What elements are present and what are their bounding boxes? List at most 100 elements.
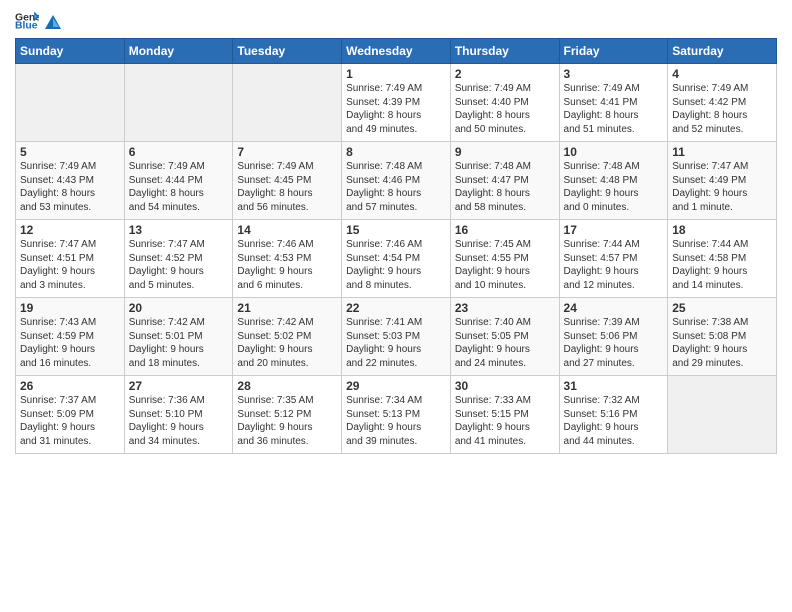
day-number: 9 xyxy=(455,145,555,159)
calendar-cell: 1Sunrise: 7:49 AM Sunset: 4:39 PM Daylig… xyxy=(342,64,451,142)
weekday-header-thursday: Thursday xyxy=(450,39,559,64)
calendar-cell: 15Sunrise: 7:46 AM Sunset: 4:54 PM Dayli… xyxy=(342,220,451,298)
day-info: Sunrise: 7:34 AM Sunset: 5:13 PM Dayligh… xyxy=(346,394,446,448)
calendar-cell: 18Sunrise: 7:44 AM Sunset: 4:58 PM Dayli… xyxy=(668,220,777,298)
day-info: Sunrise: 7:44 AM Sunset: 4:57 PM Dayligh… xyxy=(564,238,664,292)
day-info: Sunrise: 7:47 AM Sunset: 4:51 PM Dayligh… xyxy=(20,238,120,292)
day-number: 14 xyxy=(237,223,337,237)
day-number: 24 xyxy=(564,301,664,315)
logo-text xyxy=(43,14,63,26)
day-number: 15 xyxy=(346,223,446,237)
calendar-cell: 14Sunrise: 7:46 AM Sunset: 4:53 PM Dayli… xyxy=(233,220,342,298)
calendar-cell: 13Sunrise: 7:47 AM Sunset: 4:52 PM Dayli… xyxy=(124,220,233,298)
day-info: Sunrise: 7:49 AM Sunset: 4:39 PM Dayligh… xyxy=(346,82,446,136)
calendar-cell: 4Sunrise: 7:49 AM Sunset: 4:42 PM Daylig… xyxy=(668,64,777,142)
day-info: Sunrise: 7:46 AM Sunset: 4:54 PM Dayligh… xyxy=(346,238,446,292)
day-info: Sunrise: 7:38 AM Sunset: 5:08 PM Dayligh… xyxy=(672,316,772,370)
day-info: Sunrise: 7:42 AM Sunset: 5:02 PM Dayligh… xyxy=(237,316,337,370)
day-info: Sunrise: 7:36 AM Sunset: 5:10 PM Dayligh… xyxy=(129,394,229,448)
day-info: Sunrise: 7:44 AM Sunset: 4:58 PM Dayligh… xyxy=(672,238,772,292)
day-number: 7 xyxy=(237,145,337,159)
day-number: 13 xyxy=(129,223,229,237)
day-info: Sunrise: 7:32 AM Sunset: 5:16 PM Dayligh… xyxy=(564,394,664,448)
calendar-cell: 17Sunrise: 7:44 AM Sunset: 4:57 PM Dayli… xyxy=(559,220,668,298)
calendar-cell: 21Sunrise: 7:42 AM Sunset: 5:02 PM Dayli… xyxy=(233,298,342,376)
calendar-cell: 2Sunrise: 7:49 AM Sunset: 4:40 PM Daylig… xyxy=(450,64,559,142)
calendar-week-row: 1Sunrise: 7:49 AM Sunset: 4:39 PM Daylig… xyxy=(16,64,777,142)
day-number: 17 xyxy=(564,223,664,237)
day-info: Sunrise: 7:49 AM Sunset: 4:43 PM Dayligh… xyxy=(20,160,120,214)
calendar-table: SundayMondayTuesdayWednesdayThursdayFrid… xyxy=(15,38,777,454)
logo: General Blue xyxy=(15,10,63,30)
calendar-cell: 3Sunrise: 7:49 AM Sunset: 4:41 PM Daylig… xyxy=(559,64,668,142)
day-number: 8 xyxy=(346,145,446,159)
day-number: 1 xyxy=(346,67,446,81)
day-info: Sunrise: 7:45 AM Sunset: 4:55 PM Dayligh… xyxy=(455,238,555,292)
svg-text:Blue: Blue xyxy=(15,20,38,30)
calendar-cell: 22Sunrise: 7:41 AM Sunset: 5:03 PM Dayli… xyxy=(342,298,451,376)
day-info: Sunrise: 7:47 AM Sunset: 4:52 PM Dayligh… xyxy=(129,238,229,292)
calendar-cell xyxy=(124,64,233,142)
day-number: 31 xyxy=(564,379,664,393)
calendar-cell: 9Sunrise: 7:48 AM Sunset: 4:47 PM Daylig… xyxy=(450,142,559,220)
weekday-header-sunday: Sunday xyxy=(16,39,125,64)
calendar-cell xyxy=(233,64,342,142)
calendar-cell: 10Sunrise: 7:48 AM Sunset: 4:48 PM Dayli… xyxy=(559,142,668,220)
calendar-cell: 12Sunrise: 7:47 AM Sunset: 4:51 PM Dayli… xyxy=(16,220,125,298)
day-info: Sunrise: 7:48 AM Sunset: 4:46 PM Dayligh… xyxy=(346,160,446,214)
day-number: 27 xyxy=(129,379,229,393)
day-number: 3 xyxy=(564,67,664,81)
day-number: 5 xyxy=(20,145,120,159)
day-info: Sunrise: 7:41 AM Sunset: 5:03 PM Dayligh… xyxy=(346,316,446,370)
calendar-week-row: 12Sunrise: 7:47 AM Sunset: 4:51 PM Dayli… xyxy=(16,220,777,298)
calendar-cell: 27Sunrise: 7:36 AM Sunset: 5:10 PM Dayli… xyxy=(124,376,233,454)
day-number: 21 xyxy=(237,301,337,315)
day-info: Sunrise: 7:33 AM Sunset: 5:15 PM Dayligh… xyxy=(455,394,555,448)
day-info: Sunrise: 7:40 AM Sunset: 5:05 PM Dayligh… xyxy=(455,316,555,370)
calendar-cell: 28Sunrise: 7:35 AM Sunset: 5:12 PM Dayli… xyxy=(233,376,342,454)
main-container: General Blue xyxy=(0,0,792,459)
weekday-header-monday: Monday xyxy=(124,39,233,64)
calendar-week-row: 5Sunrise: 7:49 AM Sunset: 4:43 PM Daylig… xyxy=(16,142,777,220)
day-number: 4 xyxy=(672,67,772,81)
day-info: Sunrise: 7:47 AM Sunset: 4:49 PM Dayligh… xyxy=(672,160,772,214)
logo-triangle-icon xyxy=(44,14,62,30)
calendar-cell: 26Sunrise: 7:37 AM Sunset: 5:09 PM Dayli… xyxy=(16,376,125,454)
day-number: 20 xyxy=(129,301,229,315)
day-info: Sunrise: 7:43 AM Sunset: 4:59 PM Dayligh… xyxy=(20,316,120,370)
day-number: 12 xyxy=(20,223,120,237)
day-info: Sunrise: 7:37 AM Sunset: 5:09 PM Dayligh… xyxy=(20,394,120,448)
weekday-header-row: SundayMondayTuesdayWednesdayThursdayFrid… xyxy=(16,39,777,64)
weekday-header-friday: Friday xyxy=(559,39,668,64)
calendar-cell: 16Sunrise: 7:45 AM Sunset: 4:55 PM Dayli… xyxy=(450,220,559,298)
day-number: 10 xyxy=(564,145,664,159)
calendar-cell: 24Sunrise: 7:39 AM Sunset: 5:06 PM Dayli… xyxy=(559,298,668,376)
calendar-cell xyxy=(668,376,777,454)
day-number: 29 xyxy=(346,379,446,393)
day-info: Sunrise: 7:49 AM Sunset: 4:44 PM Dayligh… xyxy=(129,160,229,214)
day-number: 23 xyxy=(455,301,555,315)
day-number: 28 xyxy=(237,379,337,393)
day-info: Sunrise: 7:49 AM Sunset: 4:40 PM Dayligh… xyxy=(455,82,555,136)
calendar-cell: 25Sunrise: 7:38 AM Sunset: 5:08 PM Dayli… xyxy=(668,298,777,376)
calendar-cell: 30Sunrise: 7:33 AM Sunset: 5:15 PM Dayli… xyxy=(450,376,559,454)
calendar-cell: 23Sunrise: 7:40 AM Sunset: 5:05 PM Dayli… xyxy=(450,298,559,376)
calendar-week-row: 26Sunrise: 7:37 AM Sunset: 5:09 PM Dayli… xyxy=(16,376,777,454)
calendar-cell: 5Sunrise: 7:49 AM Sunset: 4:43 PM Daylig… xyxy=(16,142,125,220)
calendar-cell: 7Sunrise: 7:49 AM Sunset: 4:45 PM Daylig… xyxy=(233,142,342,220)
day-number: 18 xyxy=(672,223,772,237)
calendar-cell: 11Sunrise: 7:47 AM Sunset: 4:49 PM Dayli… xyxy=(668,142,777,220)
calendar-cell: 31Sunrise: 7:32 AM Sunset: 5:16 PM Dayli… xyxy=(559,376,668,454)
day-info: Sunrise: 7:48 AM Sunset: 4:48 PM Dayligh… xyxy=(564,160,664,214)
day-number: 30 xyxy=(455,379,555,393)
header: General Blue xyxy=(15,10,777,30)
calendar-week-row: 19Sunrise: 7:43 AM Sunset: 4:59 PM Dayli… xyxy=(16,298,777,376)
day-number: 25 xyxy=(672,301,772,315)
day-number: 22 xyxy=(346,301,446,315)
day-number: 2 xyxy=(455,67,555,81)
day-info: Sunrise: 7:46 AM Sunset: 4:53 PM Dayligh… xyxy=(237,238,337,292)
calendar-cell: 20Sunrise: 7:42 AM Sunset: 5:01 PM Dayli… xyxy=(124,298,233,376)
logo-icon: General Blue xyxy=(15,10,39,30)
weekday-header-saturday: Saturday xyxy=(668,39,777,64)
day-info: Sunrise: 7:42 AM Sunset: 5:01 PM Dayligh… xyxy=(129,316,229,370)
